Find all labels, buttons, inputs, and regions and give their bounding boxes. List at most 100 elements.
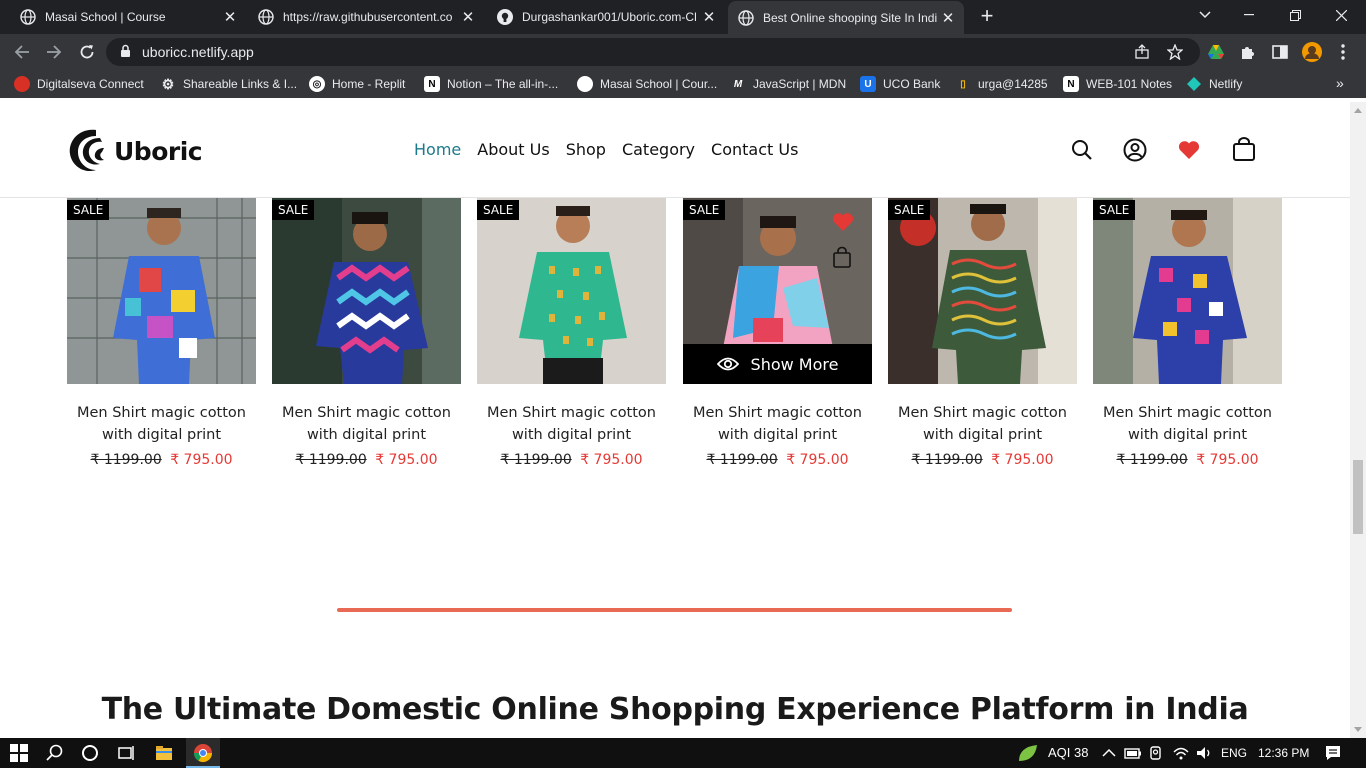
scrollbar-thumb[interactable] [1353,460,1363,534]
product-card[interactable]: SALE Men Shirt magic cotton with digital… [272,198,461,468]
product-price: ₹ 1199.00 ₹ 795.00 [888,452,1077,468]
minimize-icon[interactable] [1226,0,1272,30]
bookmark-label: JavaScript | MDN [753,77,847,91]
weather-leaf-icon[interactable] [1017,743,1039,763]
product-card[interactable]: SALE Men Shirt magic cotton with digital… [67,198,256,468]
file-explorer-icon[interactable] [154,743,174,763]
bookmark-masai[interactable]: Masai School | Cour... [577,75,717,93]
close-tab-icon[interactable]: ✕ [458,8,478,26]
extensions-puzzle-icon[interactable] [1238,42,1258,62]
original-price: ₹ 1199.00 [706,452,778,468]
bookmark-replit[interactable]: ◎ Home - Replit [309,75,405,93]
battery-icon[interactable] [1123,743,1143,763]
browser-tab-4-active[interactable]: Best Online shooping Site In Indi ✕ [728,1,964,34]
user-account-icon[interactable] [1123,138,1147,162]
reload-icon[interactable] [76,41,98,63]
bookmark-shareable-links[interactable]: ⚙ Shareable Links & I... [160,75,297,93]
bookmarks-overflow-button[interactable]: » [1336,75,1344,91]
task-view-icon[interactable] [116,743,136,763]
show-more-button[interactable]: Show More [683,344,872,384]
bookmark-mdn[interactable]: M JavaScript | MDN [730,75,846,93]
notifications-icon[interactable] [1323,743,1343,763]
search-icon[interactable] [1070,138,1094,162]
url-text: uboricc.netlify.app [142,44,254,60]
product-image[interactable]: SALE [477,198,666,384]
add-to-wishlist-heart-icon[interactable] [832,212,854,232]
windows-start-icon[interactable] [10,744,28,762]
share-icon[interactable] [1134,44,1150,60]
language-indicator[interactable]: ENG [1221,746,1247,760]
bookmark-digitalseva[interactable]: Digitalseva Connect [14,75,144,93]
product-image[interactable]: SALE [272,198,461,384]
bookmark-urga[interactable]: ▯ urga@14285 [955,75,1047,93]
page-scrollbar[interactable] [1350,102,1366,738]
bookmark-label: Home - Replit [332,77,406,91]
lock-icon [121,44,130,57]
clock-time[interactable]: 12:36 PM [1258,746,1309,760]
tab-search-icon[interactable] [1182,0,1228,30]
nav-contact-us[interactable]: Contact Us [711,140,798,159]
search-icon[interactable] [45,743,65,763]
nav-home[interactable]: Home [414,140,461,159]
scroll-down-arrow-icon[interactable] [1354,727,1362,732]
side-panel-icon[interactable] [1270,42,1290,62]
product-image[interactable]: SALE [67,198,256,384]
close-tab-icon[interactable]: ✕ [220,8,240,26]
digitalseva-icon [14,76,30,92]
nav-shop[interactable]: Shop [566,140,606,159]
browser-tab-3[interactable]: Durgashankar001/Uboric.com-Cl ✕ [487,0,725,34]
sale-price: ₹ 795.00 [375,452,438,468]
profile-avatar-icon[interactable] [1302,42,1322,62]
tab-title: https://raw.githubusercontent.co [283,10,453,24]
shopping-bag-icon[interactable] [1231,136,1257,162]
product-image[interactable]: SALE [888,198,1077,384]
product-name[interactable]: Men Shirt magic cotton with digital prin… [683,402,872,446]
wifi-icon[interactable] [1171,743,1191,763]
volume-icon[interactable] [1194,743,1214,763]
product-price: ₹ 1199.00 ₹ 795.00 [272,452,461,468]
site-logo[interactable]: Uboric [66,124,203,178]
new-tab-button[interactable]: + [976,5,998,27]
close-tab-icon[interactable]: ✕ [938,9,958,27]
wishlist-heart-icon[interactable] [1177,138,1201,162]
product-card[interactable]: SALE Men Shirt magic cotton with digital… [1093,198,1282,468]
close-window-icon[interactable] [1318,0,1364,30]
product-name[interactable]: Men Shirt magic cotton with digital prin… [272,402,461,446]
product-name[interactable]: Men Shirt magic cotton with digital prin… [888,402,1077,446]
kebab-menu-icon[interactable] [1333,42,1353,62]
chrome-taskbar-button[interactable] [186,738,220,768]
product-image[interactable]: SALE [1093,198,1282,384]
address-bar[interactable]: uboricc.netlify.app [106,38,1200,66]
sale-price: ₹ 795.00 [580,452,643,468]
scroll-up-arrow-icon[interactable] [1354,108,1362,113]
forward-arrow-icon[interactable] [43,41,65,63]
product-card[interactable]: SALE Men Shirt magic cotton with digital… [888,198,1077,468]
product-name[interactable]: Men Shirt magic cotton with digital prin… [477,402,666,446]
bookmark-notion[interactable]: N Notion – The all-in-... [424,75,558,93]
product-name[interactable]: Men Shirt magic cotton with digital prin… [1093,402,1282,446]
chevron-up-icon[interactable] [1099,743,1119,763]
nav-about-us[interactable]: About Us [477,140,549,159]
bookmark-netlify[interactable]: Netlify [1186,75,1242,93]
tab-title: Best Online shooping Site In Indi [763,10,938,25]
back-arrow-icon[interactable] [11,41,33,63]
cortana-circle-icon[interactable] [80,743,100,763]
google-drive-icon[interactable] [1206,42,1226,62]
bookmark-uco-bank[interactable]: U UCO Bank [860,75,940,93]
bookmark-web101[interactable]: N WEB-101 Notes [1063,75,1172,93]
close-tab-icon[interactable]: ✕ [699,8,719,26]
browser-tab-1[interactable]: Masai School | Course ✕ [10,0,246,34]
product-price: ₹ 1199.00 ₹ 795.00 [477,452,666,468]
star-icon[interactable] [1167,44,1183,60]
restore-icon[interactable] [1272,0,1318,30]
product-card[interactable]: SALE Show More Men Shirt magic cotton wi… [683,198,872,468]
nav-category[interactable]: Category [622,140,695,159]
browser-tab-2[interactable]: https://raw.githubusercontent.co ✕ [248,0,484,34]
product-image[interactable]: SALE Show More [683,198,872,384]
weather-aqi-text[interactable]: AQI 38 [1048,745,1088,760]
meet-now-icon[interactable] [1147,743,1167,763]
product-card[interactable]: SALE Men Shirt magic cotton with digital… [477,198,666,468]
section-headline: The Ultimate Domestic Online Shopping Ex… [101,692,1249,727]
product-name[interactable]: Men Shirt magic cotton with digital prin… [67,402,256,446]
add-to-cart-bag-icon[interactable] [832,246,852,268]
